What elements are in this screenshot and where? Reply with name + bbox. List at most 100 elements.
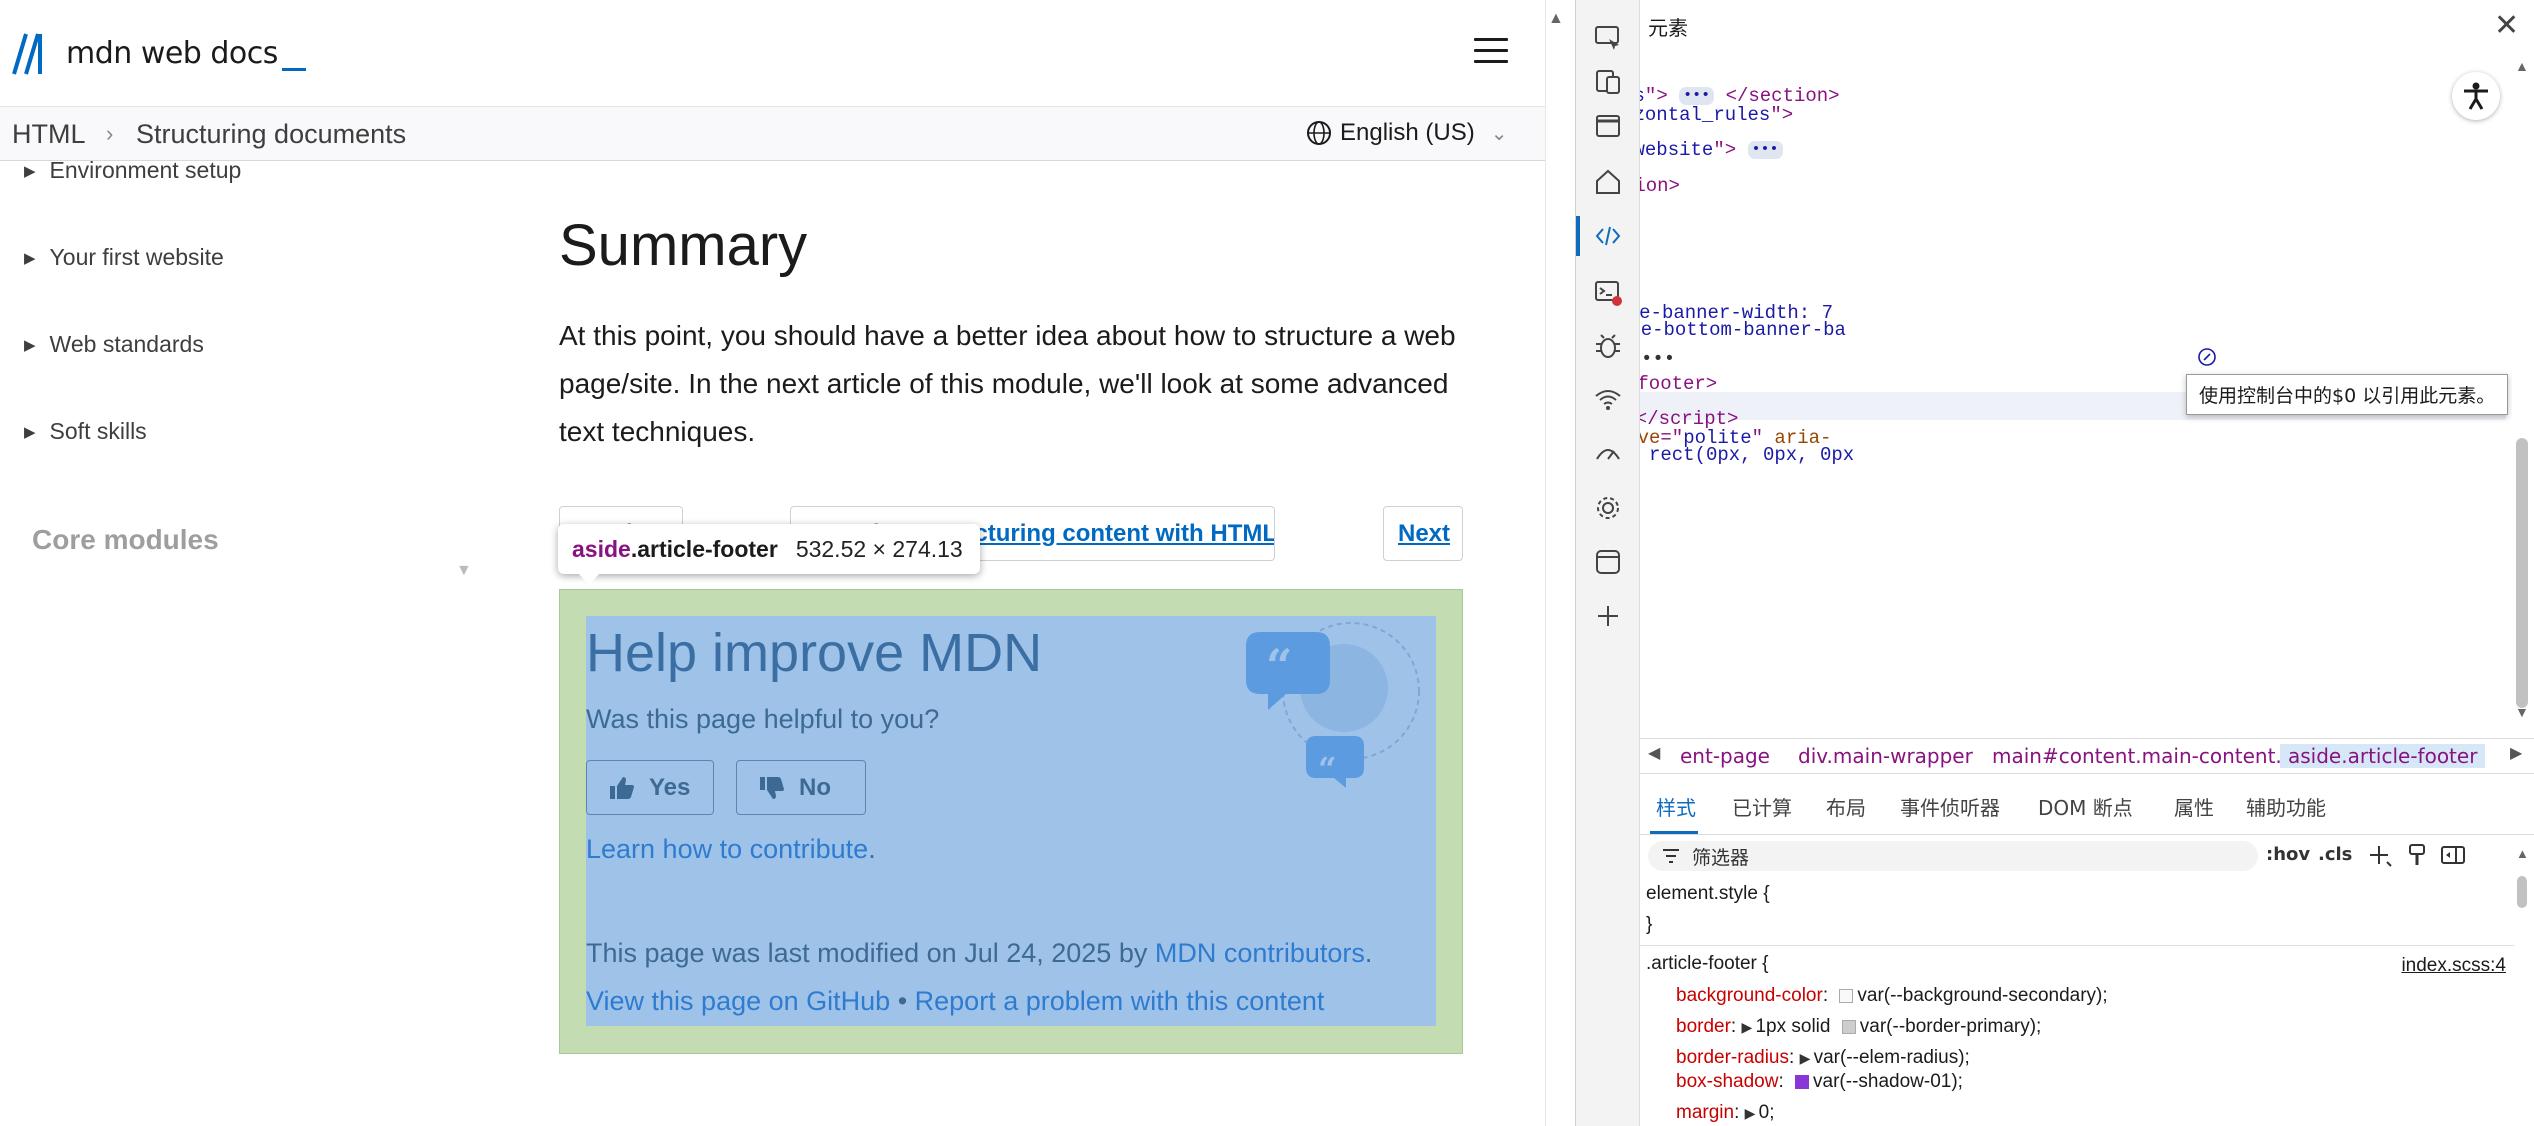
sidebar-item-soft-skills[interactable]: ▶ Soft skills xyxy=(24,418,147,445)
section-heading: Summary xyxy=(559,213,808,278)
close-icon[interactable]: ✕ xyxy=(2494,8,2519,43)
application-icon[interactable] xyxy=(1592,546,1624,578)
hov-toggle[interactable]: :hov xyxy=(2266,844,2310,865)
styles-pane: element.style { } .article-footer { inde… xyxy=(1640,876,2514,1126)
tab-dom-breakpoints[interactable]: DOM 断点 xyxy=(2038,792,2133,821)
footer-links: View this page on GitHub • Report a prob… xyxy=(586,986,1324,1017)
sidebar-heading-core-modules[interactable]: Core modules xyxy=(32,524,219,556)
styles-scrollbar[interactable]: ▲ xyxy=(2512,846,2532,1126)
logo-text: mdn web docs xyxy=(66,36,306,71)
dom-node-line[interactable]: relevant="additions text" style="border:… xyxy=(1640,441,1854,470)
window-icon[interactable] xyxy=(1592,110,1624,142)
scrollbar-thumb[interactable] xyxy=(2517,876,2527,908)
sidebar-item-web-standards[interactable]: ▶ Web standards xyxy=(24,331,204,358)
dom-node-line[interactable]: ▶<section aria-labelledby="structuring_a… xyxy=(1640,136,1783,167)
tab-accessibility[interactable]: 辅助功能 xyxy=(2246,792,2326,821)
scrollbar-thumb[interactable] xyxy=(2516,438,2528,708)
crumb-main-wrapper[interactable]: div.main-wrapper xyxy=(1798,744,1973,768)
tab-event-listeners[interactable]: 事件侦听器 xyxy=(1900,792,2000,821)
performance-icon[interactable] xyxy=(1592,438,1624,470)
github-link[interactable]: View this page on GitHub xyxy=(586,986,890,1016)
filter-icon xyxy=(1663,849,1679,863)
elements-icon[interactable] xyxy=(1592,220,1624,252)
cls-toggle[interactable]: .cls xyxy=(2318,844,2352,865)
tab-properties[interactable]: 属性 xyxy=(2174,792,2214,821)
crumb-article-footer[interactable]: aside.article-footer xyxy=(2280,744,2486,768)
scroll-left-icon[interactable]: ◀ xyxy=(1648,743,1660,763)
css-property-row[interactable]: box-shadow: var(--shadow-01); xyxy=(1676,1066,1963,1097)
devtools-title: 元素 xyxy=(1648,16,1688,40)
summary-paragraph: At this point, you should have a better … xyxy=(559,320,1456,447)
hamburger-menu-icon[interactable] xyxy=(1474,38,1508,66)
report-problem-link[interactable]: Report a problem with this content xyxy=(915,986,1325,1016)
sidebar-item-environment-setup[interactable]: ▶ Environment setup xyxy=(24,157,241,184)
tab-computed[interactable]: 已计算 xyxy=(1732,792,1792,821)
crumb-main-content[interactable]: main#content.main-content. xyxy=(1992,744,2282,768)
dom-node-line[interactable]: 28px; --place-hp-main-background: #27154… xyxy=(1640,316,1846,345)
dom-node-line[interactable]: ▶<footer id="nav-footer" class="page-foo… xyxy=(1640,370,1717,401)
inspect-element-tooltip: aside.article-footer 532.52 × 274.13 xyxy=(558,524,980,574)
expand-triangle-icon: ▶ xyxy=(24,249,36,267)
settings-gear-icon[interactable] xyxy=(1592,492,1624,524)
device-emulation-icon[interactable] xyxy=(1592,66,1624,98)
new-rule-icon[interactable] xyxy=(2368,842,2394,868)
scroll-up-arrow-icon[interactable]: ▲ xyxy=(2515,58,2529,74)
crumb-page[interactable]: ent-page xyxy=(1680,744,1770,768)
css-property-row[interactable]: border: ▶ 1px solid var(--border-primary)… xyxy=(1676,1011,2041,1043)
expand-triangle-icon[interactable]: ▶ xyxy=(1745,1098,1759,1126)
article-footer-selector[interactable]: .article-footer { xyxy=(1646,948,1769,979)
breadcrumb-html[interactable]: HTML xyxy=(12,119,86,150)
shadow-swatch-icon[interactable] xyxy=(1795,1075,1810,1089)
bug-icon[interactable] xyxy=(1592,330,1624,362)
network-wifi-icon[interactable] xyxy=(1592,384,1624,416)
logo-cursor xyxy=(281,67,306,71)
console-icon[interactable] xyxy=(1592,276,1624,308)
paint-brush-icon[interactable] xyxy=(2404,842,2430,868)
add-tool-icon[interactable] xyxy=(1592,600,1624,632)
styles-toolbar: 筛选器 :hov .cls xyxy=(1640,836,2534,876)
tab-styles[interactable]: 样式 xyxy=(1656,792,1696,821)
color-swatch-icon[interactable] xyxy=(1839,989,1854,1003)
site-header: mdn web docs xyxy=(0,0,1545,107)
scroll-down-arrow-icon[interactable]: ▼ xyxy=(2515,704,2529,720)
breadcrumb-structuring-documents[interactable]: Structuring documents xyxy=(136,119,406,150)
filter-input[interactable]: 筛选器 xyxy=(1648,841,2258,871)
inspect-icon[interactable] xyxy=(1592,22,1624,54)
expand-triangle-icon: ▶ xyxy=(24,336,36,354)
scroll-right-icon[interactable]: ▶ xyxy=(2510,743,2522,763)
color-swatch-icon[interactable] xyxy=(1841,1020,1856,1034)
accessibility-icon[interactable] xyxy=(2452,72,2500,120)
filter-placeholder: 筛选器 xyxy=(1692,846,1750,869)
active-tab-underline xyxy=(1650,831,1698,834)
yes-button[interactable]: Yes xyxy=(586,760,714,815)
language-switcher[interactable]: English (US) ⌄ xyxy=(1306,119,1507,147)
source-link[interactable]: index.scss:4 xyxy=(2401,950,2506,981)
expand-triangle-icon[interactable]: ▶ xyxy=(1741,1012,1755,1043)
scroll-up-arrow-icon[interactable]: ▲ xyxy=(1548,10,1564,28)
more-actions-icon[interactable]: ••• xyxy=(1641,348,1675,370)
mdn-contributors-link[interactable]: MDN contributors xyxy=(1155,938,1365,968)
mdn-logo-icon xyxy=(12,33,42,75)
css-property-row[interactable]: margin: ▶ 0; xyxy=(1676,1097,1775,1126)
chevron-right-icon: › xyxy=(106,121,114,146)
expand-triangle-icon: ▶ xyxy=(24,162,36,180)
contribute-link[interactable]: Learn how to contribute xyxy=(586,834,868,864)
dom-tree-scrollbar[interactable]: ▲ ▼ xyxy=(2512,50,2532,735)
element-style-rule[interactable]: element.style { xyxy=(1646,878,1770,909)
badge-icon[interactable] xyxy=(2198,348,2216,366)
mdn-logo[interactable]: mdn web docs xyxy=(12,30,306,76)
sidebar-item-your-first-website[interactable]: ▶ Your first website xyxy=(24,244,224,271)
page-scrollbar[interactable] xyxy=(1545,0,1575,1126)
dom-node-line[interactable]: ▶<section aria-labelledby="line_breaks_a… xyxy=(1640,101,1793,132)
tab-layout[interactable]: 布局 xyxy=(1826,792,1866,821)
svg-text:“: “ xyxy=(1318,750,1336,788)
toggle-sidebar-icon[interactable] xyxy=(2440,842,2466,868)
article-footer-inner: “ “ Help improve MDN Was this page helpf… xyxy=(586,616,1436,1026)
home-icon[interactable] xyxy=(1592,166,1624,198)
next-button[interactable]: Next xyxy=(1383,506,1463,561)
dom-node-line[interactable]: ▶<section aria-labelledby="summary"> •••… xyxy=(1640,172,1680,203)
feedback-question: Was this page helpful to you? xyxy=(586,704,940,734)
css-property-row[interactable]: background-color: var(--background-secon… xyxy=(1676,980,2108,1011)
scroll-up-arrow-icon[interactable]: ▲ xyxy=(2516,846,2529,861)
no-button[interactable]: No xyxy=(736,760,866,815)
